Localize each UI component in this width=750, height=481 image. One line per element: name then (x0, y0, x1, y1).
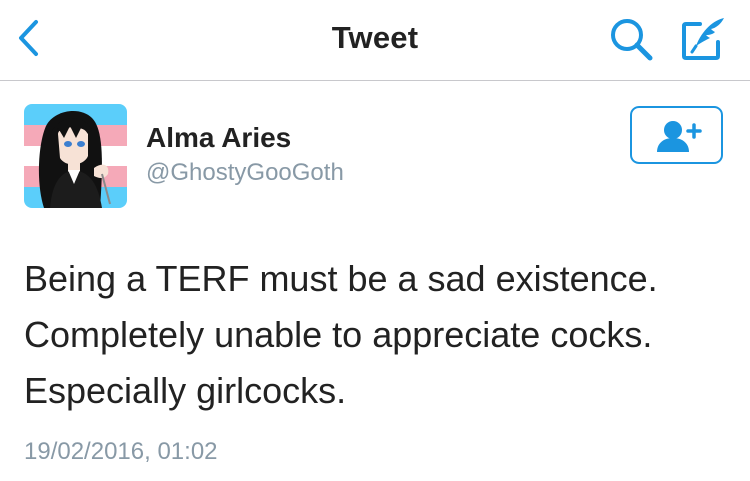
tweet-timestamp: 19/02/2016, 01:02 (24, 438, 218, 465)
navigation-bar: Tweet (0, 0, 750, 81)
compose-tweet-button[interactable] (680, 16, 728, 62)
author-handle[interactable]: @GhostyGooGoth (146, 159, 344, 187)
search-icon (611, 19, 653, 61)
tweet-text-line: Being a TERF must be a sad existence. (24, 258, 658, 299)
avatar[interactable] (24, 104, 127, 208)
follow-button[interactable] (630, 106, 723, 164)
tweet-text-line: Completely unable to appreciate cocks. (24, 314, 653, 355)
add-user-icon (657, 121, 702, 152)
author-display-name[interactable]: Alma Aries (146, 122, 291, 154)
tweet-detail-screen: Tweet Alma Aries @GhostyGooGoth Being a … (0, 0, 750, 481)
search-button[interactable] (608, 16, 654, 62)
compose-tweet-icon (682, 18, 724, 60)
profile-avatar-image (24, 104, 127, 208)
tweet-text-line: Especially girlcocks. (24, 370, 347, 411)
tweet-text: Being a TERF must be a sad existence. Co… (24, 251, 739, 419)
